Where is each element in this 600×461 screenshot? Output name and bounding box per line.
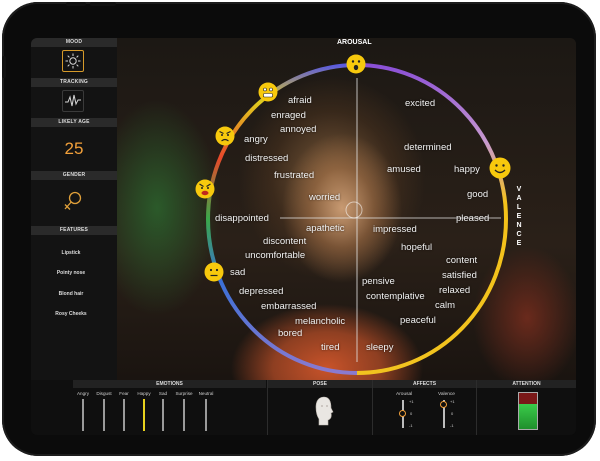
emotion-meter-bar (103, 399, 105, 431)
emotion-label-bored: bored (278, 328, 303, 339)
mood-title: MOOD (31, 38, 117, 47)
emotion-label-calm: calm (435, 300, 456, 311)
valence-tick: 0 (451, 411, 454, 416)
emotion-label-afraid: afraid (288, 95, 312, 106)
emotion-label-embarrassed: embarrassed (261, 301, 317, 312)
emotion-meter-label: Neutral (198, 391, 214, 396)
emotion-meter-bar (143, 399, 145, 431)
tracking-title: TRACKING (31, 78, 117, 87)
tablet-frame: MOOD TRACKING LIKELY AGE 25 GENDER FEATU… (2, 2, 596, 456)
divider (476, 380, 477, 435)
emotion-label-uncomfortable: uncomfortable (245, 250, 306, 261)
power-button (90, 2, 116, 6)
emotion-label-amused: amused (387, 164, 421, 175)
emotion-meter-bar (82, 399, 84, 431)
waveform-icon[interactable] (62, 90, 84, 112)
emotion-label-hopeful: hopeful (401, 242, 433, 253)
arousal-label: AROUSAL (337, 39, 372, 46)
emotion-label-angry: angry (244, 134, 268, 145)
sun-icon[interactable] (62, 50, 84, 72)
divider (372, 380, 373, 435)
arousal-meter-label: Arousal (396, 392, 413, 397)
feature-item: Pointy nose (56, 270, 86, 276)
emotion-label-excited: excited (405, 98, 436, 109)
feature-item: Lipstick (61, 250, 81, 256)
likely-age-value: 25 (64, 139, 84, 158)
app-screen: MOOD TRACKING LIKELY AGE 25 GENDER FEATU… (31, 38, 576, 435)
emotion-label-apathetic: apathetic (306, 223, 345, 234)
female-symbol-icon (62, 190, 84, 214)
emotion-meter-neutral: Neutral (194, 391, 218, 431)
sidebar: MOOD TRACKING LIKELY AGE 25 GENDER FEATU… (31, 38, 117, 380)
emotion-label-peaceful: peaceful (400, 315, 436, 326)
emotion-label-determined: determined (404, 142, 452, 153)
attention-title: ATTENTION (477, 380, 576, 388)
attention-meter-fill (519, 403, 537, 429)
emotion-label-pensive: pensive (362, 276, 395, 287)
emotions-title: EMOTIONS (73, 380, 266, 388)
emotion-label-sad: sad (230, 267, 246, 278)
emotion-label-impressed: impressed (373, 224, 417, 235)
likely-age-title: LIKELY AGE (31, 118, 117, 127)
feature-item: Blond hair (58, 291, 84, 297)
emotion-label-worried: worried (309, 192, 341, 203)
emotion-label-depressed: depressed (239, 286, 284, 297)
valence-meter-indicator (440, 401, 447, 408)
attention-meter (518, 392, 538, 430)
emotion-meter-bar (123, 399, 125, 431)
features-title: FEATURES (31, 226, 117, 235)
emotion-label-happy: happy (454, 164, 480, 175)
emotion-label-pleased: pleased (456, 213, 490, 224)
emotion-meter-label: Surprise (175, 391, 193, 396)
valence-label: VALENCE (516, 186, 522, 247)
side-button (2, 56, 6, 78)
emotion-meter-bar (205, 399, 207, 431)
affects-title: AFFECTS (373, 380, 476, 388)
divider (267, 380, 268, 435)
emotion-label-discontent: discontent (263, 236, 307, 247)
emotion-label-content: content (446, 255, 478, 266)
emotion-label-good: good (467, 189, 489, 200)
emotion-label-sleepy: sleepy (366, 342, 394, 353)
pose-title: POSE (268, 380, 372, 388)
valence-tick: -1 (450, 423, 454, 428)
volume-button (66, 2, 86, 6)
emotion-label-melancholic: melancholic (295, 316, 346, 327)
emotion-label-enraged: enraged (271, 110, 306, 121)
emotion-label-satisfied: satisfied (442, 270, 477, 281)
emotion-wheel (206, 63, 508, 375)
arousal-tick: -1 (409, 423, 413, 428)
emotion-meter-surprise: Surprise (172, 391, 196, 431)
emotion-label-contemplative: contemplative (366, 291, 425, 302)
emotion-meter-bar (162, 399, 164, 431)
emotion-label-annoyed: annoyed (280, 124, 317, 135)
emotion-label-relaxed: relaxed (439, 285, 471, 296)
arousal-tick: 0 (410, 411, 413, 416)
emotion-meter-bar (183, 399, 185, 431)
emotion-label-tired: tired (321, 342, 340, 353)
bottom-panel: EMOTIONS Angry Disgust Fear Happy Sad Su… (31, 380, 576, 435)
gender-title: GENDER (31, 171, 117, 180)
emotion-label-frustrated: frustrated (274, 170, 315, 181)
emotion-label-distressed: distressed (245, 153, 289, 164)
face-center-marker (345, 201, 363, 219)
valence-tick: +1 (450, 399, 455, 404)
camera-view: AROUSAL VALENCE afraid enraged annoyed a… (117, 38, 576, 380)
emotion-label-disappointed: disappointed (215, 213, 269, 224)
arousal-meter-indicator (399, 410, 406, 417)
arousal-tick: +1 (409, 399, 414, 404)
head-pose-icon (313, 395, 335, 432)
valence-meter-label: Valence (438, 392, 455, 397)
feature-item: Rosy Cheeks (55, 311, 87, 317)
